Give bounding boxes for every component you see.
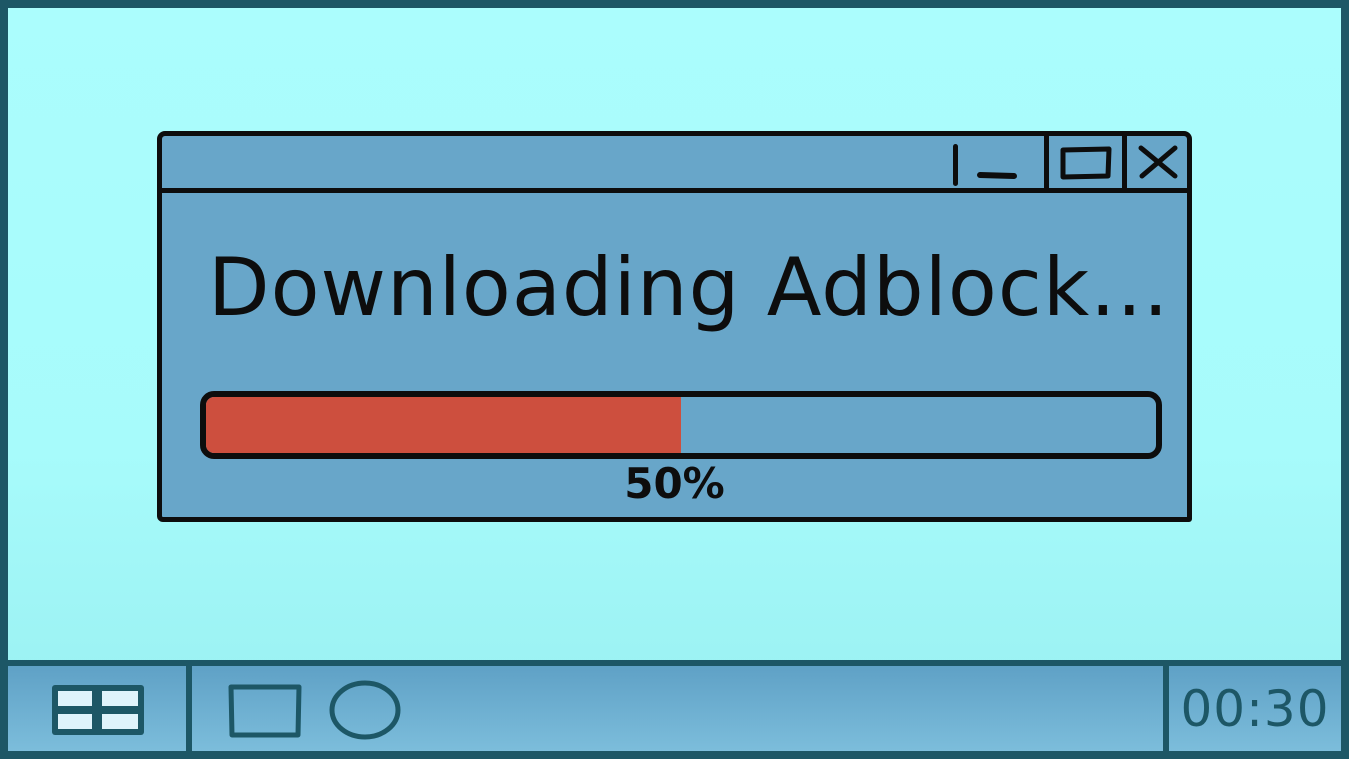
- progress-bar: [200, 391, 1162, 459]
- minimize-button[interactable]: [950, 136, 1044, 188]
- start-button[interactable]: [48, 682, 148, 738]
- taskbar: 00:30: [8, 660, 1341, 751]
- minimize-icon: [977, 172, 1017, 179]
- progress-fill: [206, 397, 681, 453]
- dialog-title: Downloading Adblock...: [208, 241, 1170, 334]
- download-dialog: Downloading Adblock... 50%: [157, 131, 1192, 522]
- taskbar-divider: [186, 666, 192, 751]
- taskbar-app-square[interactable]: [227, 683, 303, 739]
- dialog-titlebar[interactable]: [162, 136, 1187, 193]
- maximize-button[interactable]: [1044, 136, 1122, 188]
- desktop: Downloading Adblock... 50% 00:30: [0, 0, 1349, 759]
- taskbar-clock: 00:30: [1180, 679, 1330, 738]
- square-icon: [228, 684, 302, 738]
- close-button[interactable]: [1122, 136, 1192, 188]
- circle-icon: [329, 680, 401, 740]
- start-grid-icon: [52, 685, 144, 735]
- progress-percent: 50%: [624, 459, 725, 508]
- maximize-icon: [1060, 146, 1112, 180]
- close-icon: [1138, 145, 1178, 179]
- taskbar-app-circle[interactable]: [328, 679, 402, 741]
